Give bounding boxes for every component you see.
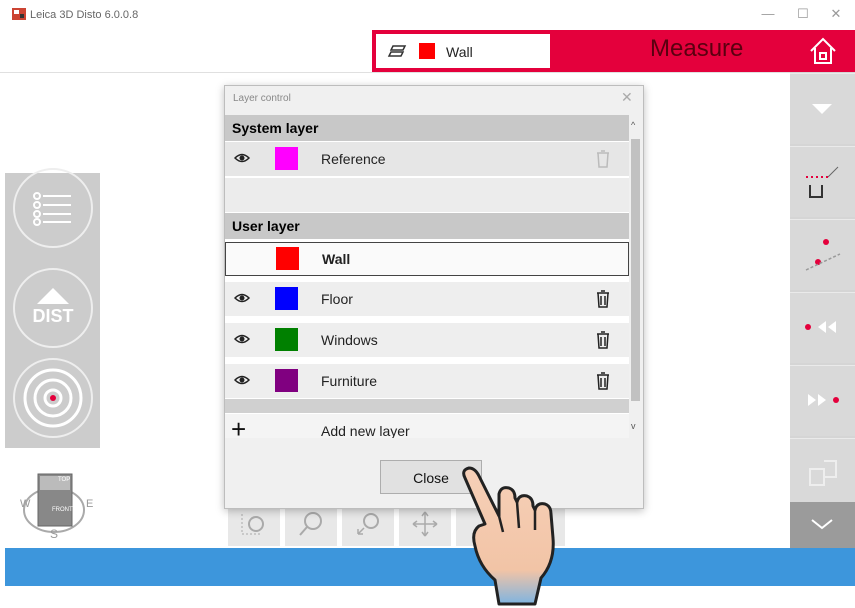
eye-icon[interactable] <box>234 331 250 347</box>
fast-forward-icon <box>808 394 839 406</box>
height-measure-button[interactable] <box>790 146 855 217</box>
layer-name: Wall <box>322 251 351 267</box>
dist-label: DIST <box>32 306 74 326</box>
status-bar <box>5 548 855 586</box>
layer-color-swatch <box>276 247 299 270</box>
add-layer-row[interactable]: + Add new layer <box>225 414 629 438</box>
hand-pointer-icon <box>462 466 555 606</box>
target-button[interactable] <box>13 358 93 438</box>
compass-east-label: E <box>86 498 94 510</box>
layer-name: Furniture <box>321 373 378 389</box>
zoom-region-icon <box>241 514 264 535</box>
eye-icon[interactable] <box>234 290 250 306</box>
layer-list-scrollbar[interactable]: ^ v <box>629 115 642 438</box>
add-layer-label: Add new layer <box>321 423 410 438</box>
spacer <box>225 178 629 212</box>
close-window-button[interactable]: ✕ <box>826 6 846 22</box>
app-icon <box>12 8 26 20</box>
trash-icon[interactable] <box>595 371 611 391</box>
layer-row-wall[interactable]: Wall <box>225 242 629 276</box>
header-divider <box>0 72 790 73</box>
eye-icon[interactable] <box>234 150 250 166</box>
zoom-fit-icon <box>357 513 379 535</box>
layer-name: Reference <box>321 151 386 167</box>
home-icon <box>810 37 836 64</box>
trash-icon <box>597 150 609 168</box>
pan-icon <box>412 511 438 537</box>
layer-row-furniture[interactable]: Furniture <box>225 364 629 398</box>
maximize-button[interactable]: ☐ <box>793 6 813 22</box>
layer-color-swatch <box>275 328 298 351</box>
scroll-down-icon[interactable]: v <box>631 421 636 431</box>
rewind-icon <box>805 321 836 333</box>
home-button[interactable] <box>790 30 855 72</box>
layer-row-reference[interactable]: Reference <box>225 142 629 176</box>
layer-name: Windows <box>321 332 378 348</box>
layer-control-dialog: Layer control ✕ System layer Reference U… <box>224 85 644 509</box>
current-layer-label: Wall <box>446 44 473 60</box>
layer-list: System layer Reference User layer Wall F… <box>225 115 629 438</box>
current-layer-selector[interactable]: Wall <box>376 34 550 68</box>
scroll-up-icon[interactable]: ^ <box>631 120 635 130</box>
close-icon[interactable]: ✕ <box>621 89 633 106</box>
list-divider <box>225 399 629 413</box>
chevron-down-icon <box>812 104 832 114</box>
add-icon: + <box>231 414 247 438</box>
list-icon <box>33 192 71 226</box>
height-measure-icon <box>806 166 839 198</box>
user-layer-header: User layer <box>225 213 629 239</box>
current-layer-swatch <box>419 43 435 59</box>
point-line-icon <box>805 239 841 271</box>
layer-name: Floor <box>321 291 353 307</box>
expand-menu-button[interactable] <box>790 73 855 144</box>
compass-west-label: W <box>20 498 31 510</box>
layer-color-swatch <box>275 287 298 310</box>
trash-icon[interactable] <box>595 330 611 350</box>
trash-icon[interactable] <box>595 289 611 309</box>
collapse-menu-button[interactable] <box>790 502 855 548</box>
mode-label: Measure <box>650 35 744 62</box>
list-button[interactable] <box>13 168 93 248</box>
compass-south-label: S <box>50 527 59 541</box>
scroll-thumb[interactable] <box>631 139 640 401</box>
next-point-button[interactable] <box>790 365 855 436</box>
layers-icon <box>387 45 407 57</box>
room-icon <box>809 460 837 486</box>
compass-front-label: FRONT <box>52 507 73 513</box>
layer-color-swatch <box>275 147 298 170</box>
dist-button[interactable]: DIST <box>13 268 93 348</box>
compass-top-label: TOP <box>58 477 71 483</box>
target-icon <box>23 368 83 428</box>
system-layer-header: System layer <box>225 115 629 141</box>
dist-icon <box>37 288 69 304</box>
eye-icon[interactable] <box>234 372 250 388</box>
point-measure-button[interactable] <box>790 219 855 290</box>
magnifier-icon <box>299 512 322 536</box>
window-title: Leica 3D Disto 6.0.0.8 <box>30 9 139 21</box>
previous-point-button[interactable] <box>790 292 855 363</box>
layer-row-floor[interactable]: Floor <box>225 282 629 316</box>
room-plan-button[interactable] <box>790 438 855 509</box>
chevron-down-icon <box>811 519 833 530</box>
minimize-button[interactable]: — <box>758 6 778 21</box>
layer-color-swatch <box>275 369 298 392</box>
dialog-title: Layer control <box>233 93 291 104</box>
layer-row-windows[interactable]: Windows <box>225 323 629 357</box>
